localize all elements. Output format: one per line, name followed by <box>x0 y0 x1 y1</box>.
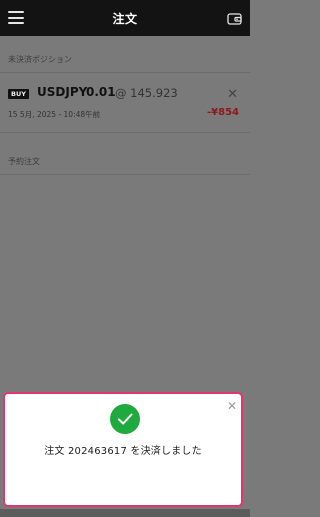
position-symbol: USDJPY <box>37 85 88 99</box>
bottom-bar <box>0 509 250 517</box>
side-badge: BUY <box>8 89 29 99</box>
position-quantity: 0.01 <box>86 85 116 99</box>
close-position-icon[interactable]: ✕ <box>227 88 238 101</box>
position-price: @ 145.923 <box>115 86 178 100</box>
divider <box>0 174 250 175</box>
pending-orders-label: 予約注文 <box>8 157 40 166</box>
position-pnl: -¥854 <box>207 107 239 118</box>
page-title: 注文 <box>112 12 138 26</box>
divider <box>0 132 250 133</box>
toast-close-icon[interactable]: ✕ <box>227 399 237 413</box>
app-header: 注文 <box>0 0 250 36</box>
divider <box>0 72 250 73</box>
open-positions-label: 未決済ポジション <box>8 55 72 64</box>
success-toast: ✕ 注文 202463617 を決済しました <box>3 392 243 507</box>
wallet-icon[interactable] <box>227 11 242 25</box>
check-icon <box>110 404 140 434</box>
toast-message: 注文 202463617 を決済しました <box>44 446 202 457</box>
position-timestamp: 15 5月, 2025 - 10:48午前 <box>8 110 101 119</box>
